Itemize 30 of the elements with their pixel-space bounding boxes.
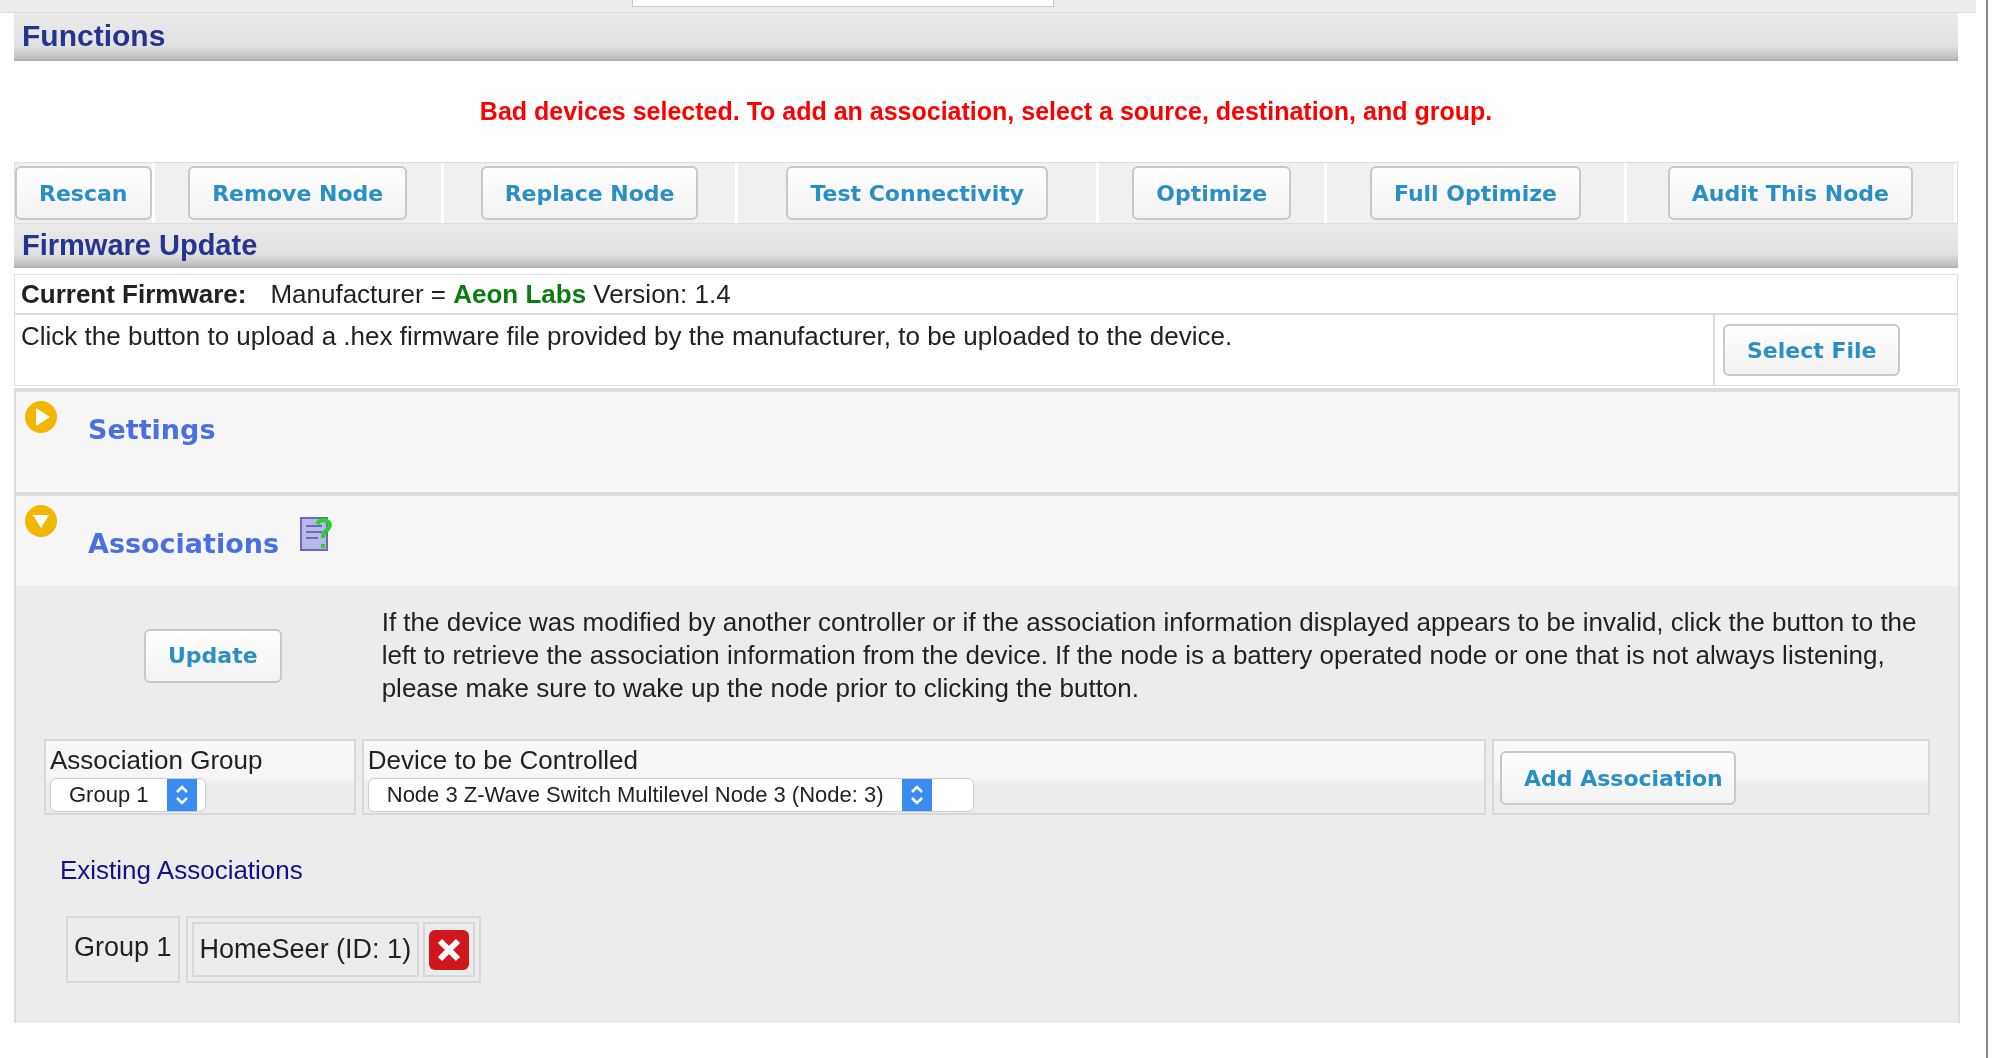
group-label: Group 1 [73,931,173,964]
firmware-info: Manufacturer = Aeon Labs Version: 1.4 [270,278,731,310]
field-label: Association Group [50,745,264,776]
dropdown-arrows-icon [166,779,197,811]
select-file-button[interactable]: Select File [1723,324,1901,376]
action-button[interactable]: Audit This Node [1667,166,1914,220]
action-button[interactable]: Full Optimize [1369,166,1581,220]
add-association-button[interactable]: Add Association [1500,751,1736,805]
field-label: Device to be Controlled [367,745,639,776]
group-dropdown[interactable]: Group 1 [50,778,206,812]
input-field[interactable] [632,0,1054,7]
section-header: Functions [14,13,1958,61]
subsection-title: Existing Associations [60,855,304,886]
update-description: If the device was modified by another controller or if the association information displayed appears to be invalid, click the button to the left to retrieve the association information from the device. If the node is a battery operated node or one that is not always listening, please make sure to wake up the node prior to clicking the button. [381,606,1918,705]
section-header: Firmware Update [14,224,1958,268]
update-button[interactable]: Update [144,628,282,683]
action-button[interactable]: Rescan [15,166,152,220]
action-button[interactable]: Remove Node [188,166,408,220]
error-message: Bad devices selected. To add an association, select a source, destination, and group. [478,96,1494,127]
instruction-text: Click the button to upload a .hex firmware file provided by the manufacturer, to be uploaded to the device. [15,315,1715,385]
action-button[interactable]: Test Connectivity [786,166,1049,220]
device-dropdown[interactable]: Node 3 Z-Wave Switch Multilevel Node 3 (Node: 3) [367,778,974,812]
delete-icon[interactable] [427,927,472,972]
action-button[interactable]: Optimize [1132,166,1292,220]
section-title[interactable]: Associations [88,528,280,559]
device-label: HomeSeer (ID: 1) [191,922,420,977]
action-button[interactable]: Replace Node [480,166,699,220]
section-title[interactable]: Settings [88,414,216,445]
field-label: Current Firmware: [20,278,248,310]
dropdown-arrows-icon [901,779,932,811]
